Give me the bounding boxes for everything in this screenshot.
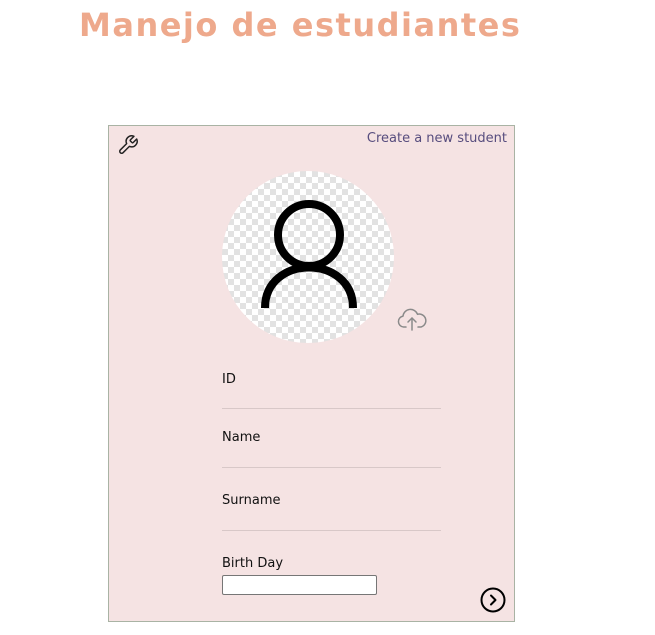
birthday-input[interactable] (222, 575, 377, 595)
name-field[interactable]: Name (222, 427, 441, 468)
id-field[interactable]: ID (222, 369, 441, 409)
name-label: Name (222, 430, 261, 445)
birthday-label: Birth Day (222, 556, 284, 571)
page-title: Manejo de estudiantes (79, 6, 522, 44)
id-label: ID (222, 372, 236, 387)
student-form-card: Create a new student ID Name Surname Bir… (108, 125, 515, 622)
surname-field[interactable]: Surname (222, 491, 441, 531)
cloud-upload-icon[interactable] (396, 306, 428, 332)
surname-label: Surname (222, 493, 281, 508)
avatar-placeholder[interactable] (222, 171, 394, 343)
chevron-right-circle-icon[interactable] (480, 587, 506, 613)
create-new-student-link[interactable]: Create a new student (367, 131, 507, 146)
user-icon (261, 200, 357, 309)
wrench-icon[interactable] (117, 134, 139, 156)
